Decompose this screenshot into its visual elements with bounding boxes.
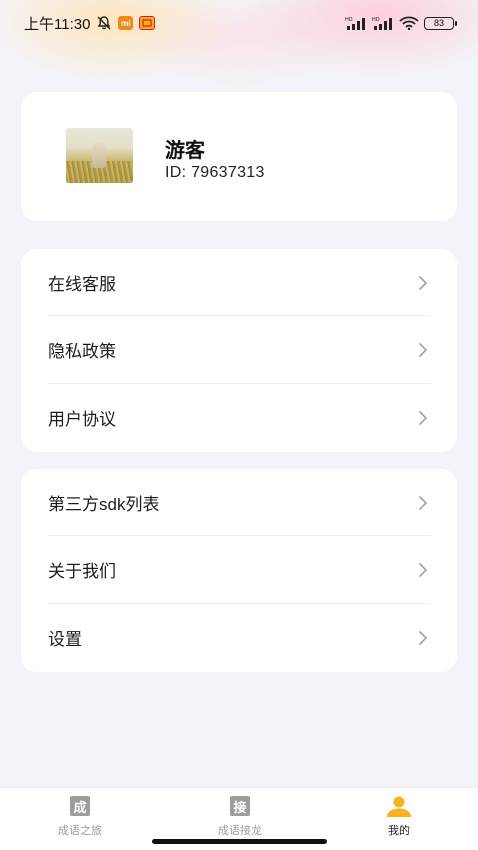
idiom-chain-icon: 接 [230, 796, 250, 816]
avatar-figure [92, 142, 106, 168]
menu-item-label: 第三方sdk列表 [48, 495, 160, 514]
avatar[interactable] [66, 128, 133, 183]
menu-item-label: 用户协议 [48, 410, 116, 429]
chevron-right-icon [417, 275, 429, 291]
wifi-icon [399, 16, 419, 30]
menu-item-about-us[interactable]: 关于我们 [48, 536, 431, 603]
status-bar: 上午11:30 mi HD HD 83 [0, 0, 478, 46]
menu-card-about: 第三方sdk列表 关于我们 设置 [21, 469, 457, 672]
signal-hd-icon: HD [345, 16, 367, 30]
svg-text:HD: HD [345, 17, 353, 23]
chevron-right-icon [417, 410, 429, 426]
status-bar-right: HD HD 83 [345, 16, 457, 30]
tab-label: 成语接龙 [218, 825, 262, 837]
user-name: 游客 [165, 140, 205, 162]
idiom-book-icon: 成 [70, 796, 90, 816]
chevron-right-icon [417, 630, 429, 646]
user-id: ID: 79637313 [165, 164, 265, 181]
menu-item-privacy-policy[interactable]: 隐私政策 [48, 316, 431, 383]
tab-idiom-chain[interactable]: 接 成语接龙 [190, 796, 290, 842]
app-notification-icon [139, 16, 156, 30]
svg-text:HD: HD [372, 17, 380, 23]
home-indicator[interactable] [152, 839, 327, 844]
profile-card[interactable]: 游客 ID: 79637313 [21, 92, 457, 221]
status-bar-left: 上午11:30 mi [24, 13, 156, 34]
chevron-right-icon [417, 342, 429, 358]
signal-hd-icon-2: HD [372, 16, 394, 30]
menu-item-label: 隐私政策 [48, 342, 116, 361]
mi-app-icon: mi [118, 16, 134, 30]
tab-label: 成语之旅 [58, 825, 102, 837]
tab-mine[interactable]: 我的 [349, 796, 449, 842]
battery-indicator: 83 [424, 16, 457, 30]
tab-idiom-journey[interactable]: 成 成语之旅 [30, 796, 130, 842]
menu-item-label: 在线客服 [48, 275, 116, 294]
user-profile-icon [385, 796, 413, 818]
menu-item-label: 关于我们 [48, 562, 116, 581]
menu-item-third-party-sdk[interactable]: 第三方sdk列表 [48, 469, 431, 536]
menu-item-label: 设置 [48, 630, 82, 649]
chevron-right-icon [417, 562, 429, 578]
menu-card-support: 在线客服 隐私政策 用户协议 [21, 249, 457, 452]
tab-label: 我的 [388, 825, 410, 837]
menu-item-online-service[interactable]: 在线客服 [48, 249, 431, 316]
chevron-right-icon [417, 495, 429, 511]
menu-item-settings[interactable]: 设置 [48, 604, 431, 671]
bell-muted-icon [96, 15, 112, 31]
menu-item-user-agreement[interactable]: 用户协议 [48, 384, 431, 451]
status-time: 上午11:30 [24, 15, 91, 33]
